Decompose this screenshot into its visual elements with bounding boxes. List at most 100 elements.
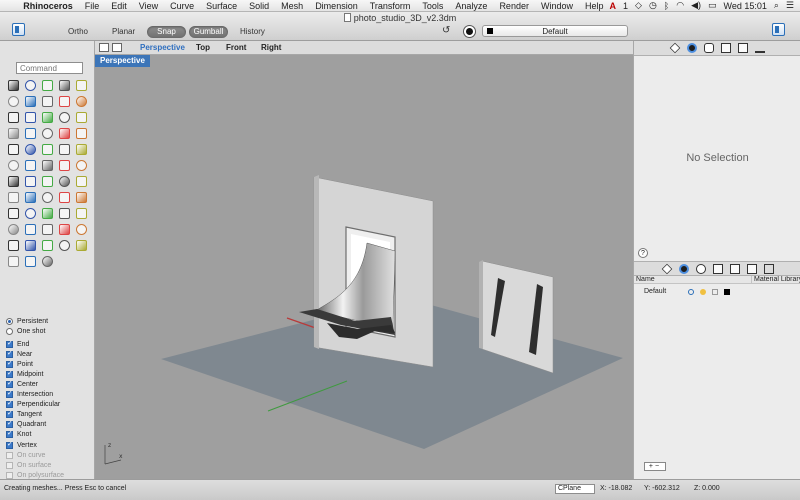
osnap-item[interactable]: Near [6,349,94,359]
object-tab-icon[interactable] [721,43,731,53]
osnap-item[interactable]: End [6,339,94,349]
tool-button[interactable] [23,175,38,188]
tool-button[interactable] [40,143,55,156]
osnap-one-shot[interactable]: One shot [6,326,94,336]
osnap-checkbox[interactable] [6,419,13,429]
toggle-right-panel-icon[interactable] [772,23,785,36]
tool-button[interactable] [57,159,72,172]
osnap-item[interactable]: Knot [6,429,94,440]
tool-button[interactable] [74,207,89,220]
osnap-checkbox[interactable] [6,359,13,368]
menu-tools[interactable]: Tools [416,1,449,11]
layer-row[interactable]: Default [634,286,800,297]
tool-button[interactable] [6,207,21,220]
one-shot-radio[interactable] [6,327,13,335]
tool-button[interactable] [23,207,38,220]
osnap-item[interactable]: Quadrant [6,419,94,430]
osnap-checkbox[interactable] [6,440,13,449]
tool-button[interactable] [6,127,21,140]
osnap-checkbox[interactable] [6,409,13,419]
tool-button[interactable] [23,239,38,252]
scene-canvas[interactable]: z x [95,55,633,479]
tool-button[interactable] [57,175,72,188]
bluetooth-icon[interactable]: ᛒ [664,1,669,11]
osnap-item[interactable]: Perpendicular [6,399,94,410]
history-toggle[interactable]: History [240,27,265,36]
menu-dimension[interactable]: Dimension [309,1,364,11]
osnap-item[interactable]: On surface [6,460,94,470]
layers-tab-icon-2[interactable] [661,263,672,274]
tool-button[interactable] [6,191,21,204]
notification-center-icon[interactable]: ☰ [786,0,794,11]
osnap-checkbox[interactable] [6,339,13,348]
tool-button[interactable] [40,175,55,188]
menu-help[interactable]: Help [579,1,610,11]
osnap-checkbox[interactable] [6,399,13,409]
tool-button[interactable] [23,127,38,140]
osnap-checkbox[interactable] [6,349,13,358]
menu-mesh[interactable]: Mesh [275,1,309,11]
lights-tab-icon-2[interactable] [695,263,706,274]
tool-button[interactable] [74,79,89,92]
tool-button[interactable] [6,159,21,172]
time-machine-icon[interactable]: ◷ [649,0,657,11]
snap-toggle[interactable]: Snap [147,26,186,38]
tool-button[interactable] [23,191,38,204]
tool-button[interactable] [74,223,89,236]
dropbox-icon[interactable]: ◇ [635,0,642,11]
layer-dropdown[interactable]: Default [482,25,628,37]
tool-button[interactable] [23,111,38,124]
tool-button[interactable] [40,111,55,124]
tool-button[interactable] [74,175,89,188]
menu-edit[interactable]: Edit [105,1,133,11]
col-material[interactable]: Material Library [752,276,800,283]
osnap-item[interactable]: Center [6,379,94,389]
tool-button[interactable] [74,95,89,108]
menu-curve[interactable]: Curve [164,1,200,11]
wifi-icon[interactable]: ◠ [676,0,684,11]
osnap-item[interactable]: Midpoint [6,369,94,379]
tool-button[interactable] [6,95,21,108]
tool-button[interactable] [40,127,55,140]
properties-tab-icon[interactable] [687,43,697,53]
ortho-toggle[interactable]: Ortho [68,27,88,36]
menu-file[interactable]: File [79,1,106,11]
tool-button[interactable] [74,111,89,124]
toggle-left-panel-icon[interactable] [12,23,25,36]
tool-button[interactable] [23,143,38,156]
tool-button[interactable] [6,255,21,268]
menu-transform[interactable]: Transform [364,1,417,11]
object-tab-icon-2[interactable] [712,263,723,274]
tool-button[interactable] [23,159,38,172]
tool-button[interactable] [57,79,72,92]
library-tab-icon[interactable] [763,263,774,274]
menu-window[interactable]: Window [535,1,579,11]
menu-render[interactable]: Render [493,1,535,11]
tool-button[interactable] [40,95,55,108]
tool-button[interactable] [40,223,55,236]
help-button[interactable]: ? [638,248,648,258]
tool-button[interactable] [6,239,21,252]
spotlight-icon[interactable]: ⌕ [774,0,779,11]
menu-analyze[interactable]: Analyze [449,1,493,11]
osnap-checkbox[interactable] [6,451,13,459]
tool-button[interactable] [57,223,72,236]
tool-button[interactable] [74,143,89,156]
notification-badge[interactable]: 1 [623,1,628,11]
add-remove-layer-button[interactable]: +− [644,462,666,471]
osnap-checkbox[interactable] [6,429,13,439]
current-layer-icon[interactable] [688,288,694,295]
osnap-item[interactable]: Point [6,359,94,369]
menu-view[interactable]: View [133,1,164,11]
tab-front[interactable]: Front [226,43,246,52]
cplane-dropdown[interactable]: CPlane [555,484,595,494]
layers-tab-icon[interactable] [669,42,681,54]
tool-button[interactable] [40,239,55,252]
texture-tab-icon[interactable] [755,43,765,53]
menu-solid[interactable]: Solid [243,1,275,11]
lock-icon[interactable] [712,288,718,295]
tool-button[interactable] [40,207,55,220]
tool-button[interactable] [57,191,72,204]
four-view-icon[interactable] [99,43,109,52]
tool-button[interactable] [23,223,38,236]
